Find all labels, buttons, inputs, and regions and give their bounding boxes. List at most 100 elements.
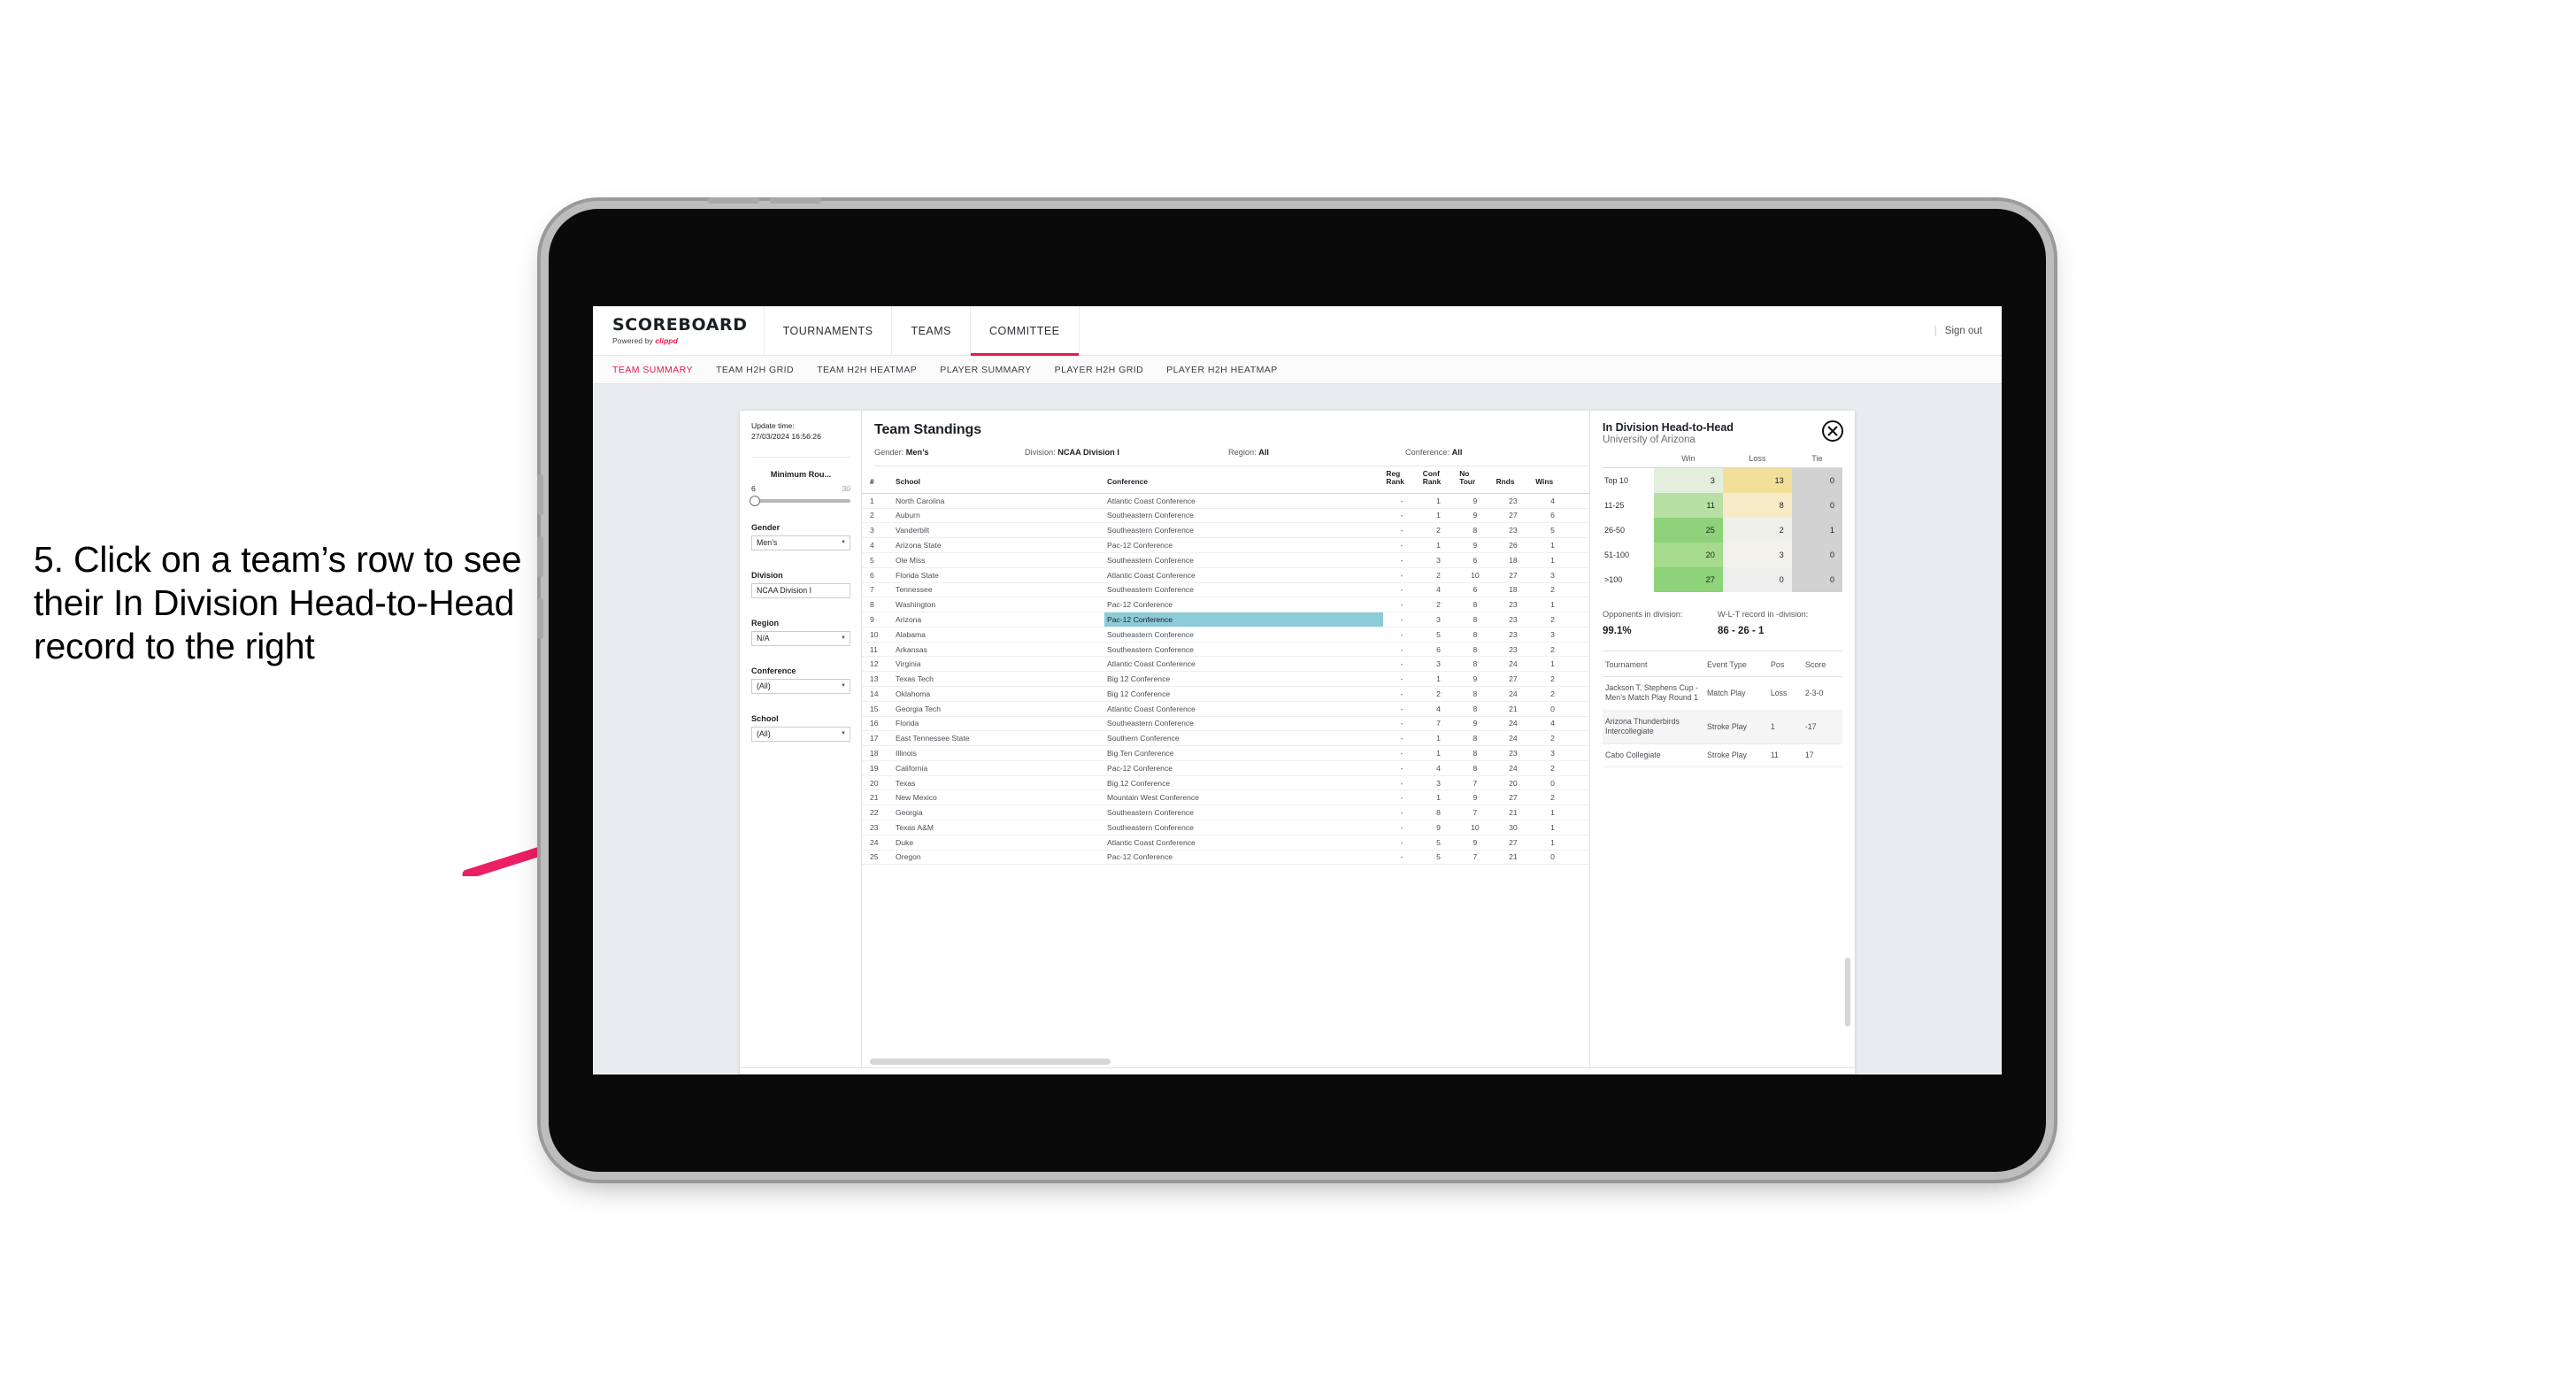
table-row[interactable]: 11 Arkansas Southeastern Conference -6 8 23 2 bbox=[862, 642, 1589, 658]
filter-conference-select[interactable]: (All) ▼ bbox=[751, 678, 850, 694]
col-no-tour[interactable]: No Tour bbox=[1457, 466, 1494, 494]
cell-conf-rank: 3 bbox=[1419, 656, 1457, 673]
cell-no-tour: 8 bbox=[1457, 597, 1494, 613]
col-pos[interactable]: Pos bbox=[1767, 658, 1803, 677]
redo-icon[interactable] bbox=[773, 1073, 798, 1074]
undo-icon[interactable] bbox=[749, 1073, 773, 1074]
table-row[interactable]: 25 Oregon Pac-12 Conference -5 7 21 0 bbox=[862, 850, 1589, 866]
col-school[interactable]: School bbox=[893, 466, 1104, 494]
col-score[interactable]: Score bbox=[1802, 658, 1842, 677]
h2h-cell-tie[interactable]: 0 bbox=[1791, 493, 1842, 518]
table-row[interactable]: 19 California Pac-12 Conference -4 8 24 2 bbox=[862, 760, 1589, 776]
table-row[interactable]: 2 Auburn Southeastern Conference -1 9 27 6 bbox=[862, 508, 1589, 524]
minimum-rounds-slider-handle[interactable] bbox=[750, 495, 760, 506]
cell-no-tour: 9 bbox=[1457, 789, 1494, 806]
col-wins[interactable]: Wins bbox=[1533, 466, 1573, 494]
cell-tail bbox=[1572, 656, 1589, 673]
filter-conference: Conference (All) ▼ bbox=[751, 666, 850, 694]
h2h-cell-win[interactable]: 11 bbox=[1654, 493, 1723, 518]
filter-school-select[interactable]: (All) ▼ bbox=[751, 726, 850, 742]
table-row[interactable]: 24 Duke Atlantic Coast Conference -5 9 27 1 bbox=[862, 835, 1589, 851]
minimum-rounds-slider[interactable] bbox=[750, 495, 850, 506]
h2h-col-tie: Tie bbox=[1791, 454, 1842, 468]
workbook-toolbar: ▼ View: Original Save Custom View bbox=[740, 1067, 1855, 1074]
filter-gender-select[interactable]: Men’s ▼ bbox=[751, 535, 850, 551]
col-rnds[interactable]: Rnds bbox=[1493, 466, 1534, 494]
standings-table-wrap[interactable]: # School Conference Reg Rank Conf Rank No T… bbox=[862, 466, 1589, 1067]
sign-out-link[interactable]: Sign out bbox=[1945, 326, 1982, 336]
cell-rank: 8 bbox=[862, 597, 894, 613]
cell-wins: 1 bbox=[1533, 820, 1573, 835]
refresh-data-icon[interactable] bbox=[823, 1073, 848, 1074]
col-rank[interactable]: # bbox=[862, 466, 894, 494]
tab-team-h2h-grid[interactable]: TEAM H2H GRID bbox=[716, 365, 794, 375]
workbook-card: Update time: 27/03/2024 16:56:26 Minimum… bbox=[740, 411, 1855, 1074]
cell-school: Texas bbox=[893, 775, 1104, 791]
tab-player-summary[interactable]: PLAYER SUMMARY bbox=[940, 365, 1031, 375]
col-conference[interactable]: Conference bbox=[1103, 466, 1384, 494]
h2h-cell-win[interactable]: 3 bbox=[1654, 467, 1723, 493]
tab-player-h2h-grid[interactable]: PLAYER H2H GRID bbox=[1055, 365, 1144, 375]
vertical-scrollbar[interactable] bbox=[1845, 958, 1850, 1027]
revert-icon[interactable] bbox=[798, 1073, 823, 1074]
nav-item-teams[interactable]: TEAMS bbox=[892, 306, 971, 355]
table-row[interactable]: 7 Tennessee Southeastern Conference -4 6 18 2 bbox=[862, 582, 1589, 598]
table-row[interactable]: 4 Arizona State Pac-12 Conference -1 9 26 1 bbox=[862, 537, 1589, 553]
table-row[interactable]: 15 Georgia Tech Atlantic Coast Conference -… bbox=[862, 701, 1589, 717]
h2h-cell-loss[interactable]: 3 bbox=[1722, 543, 1792, 567]
table-row[interactable]: 5 Ole Miss Southeastern Conference -3 6 18 1 bbox=[862, 552, 1589, 568]
list-item[interactable]: Arizona Thunderbirds Intercollegiate Stro… bbox=[1603, 710, 1842, 744]
h2h-cell-loss[interactable]: 13 bbox=[1722, 467, 1792, 493]
h2h-cell-win[interactable]: 20 bbox=[1654, 543, 1723, 567]
table-row[interactable]: 3 Vanderbilt Southeastern Conference -2 8 23 5 bbox=[862, 522, 1589, 539]
table-row[interactable]: 16 Florida Southeastern Conference -7 9 24 4 bbox=[862, 716, 1589, 732]
h2h-row: Top 10 3 13 0 bbox=[1603, 467, 1842, 493]
h2h-cell-loss[interactable]: 2 bbox=[1722, 518, 1792, 543]
list-item[interactable]: Jackson T. Stephens Cup - Men’s Match Pl… bbox=[1603, 676, 1842, 711]
col-tournament[interactable]: Tournament bbox=[1603, 658, 1704, 677]
table-row[interactable]: 14 Oklahoma Big 12 Conference -2 8 24 2 bbox=[862, 686, 1589, 702]
close-icon[interactable] bbox=[1822, 420, 1843, 442]
col-conf-rank[interactable]: Conf Rank bbox=[1419, 466, 1457, 494]
filter-region-select[interactable]: N/A ▼ bbox=[751, 630, 850, 646]
table-row[interactable]: 10 Alabama Southeastern Conference -5 8 23 3 bbox=[862, 627, 1589, 643]
highlight-icon[interactable] bbox=[873, 1073, 897, 1074]
h2h-cell-loss[interactable]: 8 bbox=[1722, 493, 1792, 518]
col-event-type[interactable]: Event Type bbox=[1703, 658, 1768, 677]
nav-item-committee[interactable]: COMMITTEE bbox=[971, 306, 1080, 356]
pause-updates-icon[interactable] bbox=[848, 1073, 873, 1074]
table-row[interactable]: 17 East Tennessee State Southern Conferenc… bbox=[862, 730, 1589, 747]
table-row[interactable]: 23 Texas A&M Southeastern Conference -9 10 30… bbox=[862, 820, 1589, 835]
table-row[interactable]: 21 New Mexico Mountain West Conference -1 9 2… bbox=[862, 789, 1589, 806]
nav-item-tournaments[interactable]: TOURNAMENTS bbox=[765, 306, 893, 355]
tab-team-summary[interactable]: TEAM SUMMARY bbox=[612, 365, 693, 375]
h2h-cell-win[interactable]: 25 bbox=[1654, 518, 1723, 543]
tab-team-h2h-heatmap[interactable]: TEAM H2H HEATMAP bbox=[817, 365, 917, 375]
cell-no-tour: 7 bbox=[1457, 850, 1494, 866]
table-row[interactable]: 20 Texas Big 12 Conference -3 7 20 0 bbox=[862, 775, 1589, 791]
h2h-cell-win[interactable]: 27 bbox=[1654, 567, 1723, 592]
h2h-cell-loss[interactable]: 0 bbox=[1722, 567, 1792, 592]
h2h-cell-tie[interactable]: 0 bbox=[1791, 467, 1842, 493]
chevron-down-icon: ▼ bbox=[841, 540, 846, 546]
filter-division-select[interactable]: NCAA Division I bbox=[751, 582, 850, 598]
table-row[interactable]: 22 Georgia Southeastern Conference -8 7 21 1 bbox=[862, 805, 1589, 820]
col-reg-rank[interactable]: Reg Rank bbox=[1383, 466, 1420, 494]
table-row[interactable]: 13 Texas Tech Big 12 Conference -1 9 27 2 bbox=[862, 671, 1589, 687]
tab-player-h2h-heatmap[interactable]: PLAYER H2H HEATMAP bbox=[1166, 365, 1278, 375]
table-row[interactable]: 1 North Carolina Atlantic Coast Conference… bbox=[862, 493, 1589, 509]
cell-wins: 4 bbox=[1533, 493, 1573, 509]
list-item[interactable]: Cabo Collegiate Stroke Play 11 17 bbox=[1603, 743, 1842, 768]
table-row[interactable]: 18 Illinois Big Ten Conference -1 8 23 3 bbox=[862, 745, 1589, 761]
cell-wins: 3 bbox=[1533, 567, 1573, 583]
h2h-cell-tie[interactable]: 0 bbox=[1791, 543, 1842, 567]
table-row[interactable]: 12 Virginia Atlantic Coast Conference -3 8 24… bbox=[862, 656, 1589, 673]
table-row[interactable]: 6 Florida State Atlantic Coast Conference -… bbox=[862, 567, 1589, 583]
table-row[interactable]: 8 Washington Pac-12 Conference -2 8 23 1 bbox=[862, 597, 1589, 613]
table-row[interactable]: 9 Arizona Pac-12 Conference -3 8 23 2 bbox=[862, 612, 1589, 628]
presentation-mode-icon[interactable] bbox=[919, 1073, 944, 1074]
meta-division-label: Division: bbox=[1025, 448, 1056, 457]
h2h-cell-tie[interactable]: 0 bbox=[1791, 567, 1842, 592]
h2h-cell-tie[interactable]: 1 bbox=[1791, 518, 1842, 543]
horizontal-scrollbar[interactable] bbox=[870, 1059, 1111, 1065]
